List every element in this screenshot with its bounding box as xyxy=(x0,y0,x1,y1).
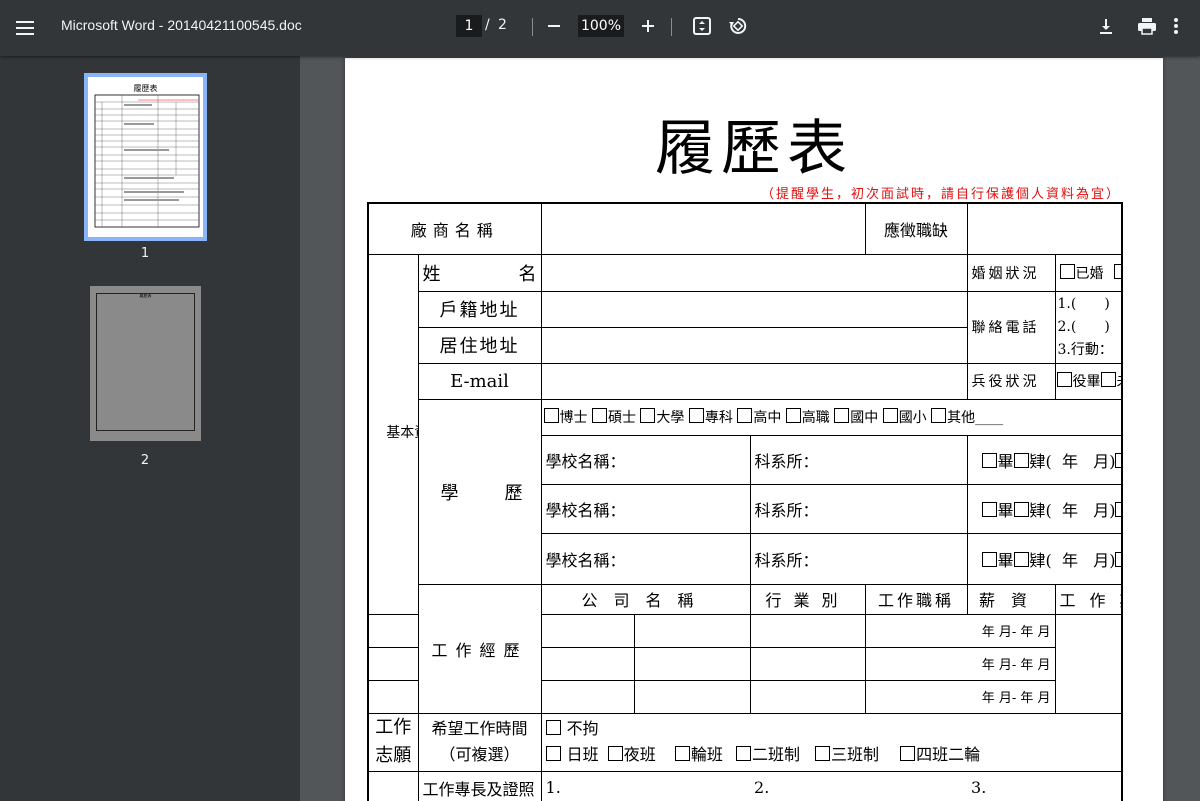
school-status-options[interactable]: 畢肄( 年 月)在學 xyxy=(966,483,1123,534)
registered-address-field[interactable] xyxy=(540,290,968,328)
hamburger-menu-icon[interactable] xyxy=(10,12,42,44)
skills-blank-cell xyxy=(367,770,419,801)
skills-label: 工作專長及證照 xyxy=(417,770,542,801)
work-header-period: 工作期間 xyxy=(1054,583,1123,615)
work-industry-cell[interactable] xyxy=(540,613,635,648)
registered-address-label: 戶籍地址 xyxy=(417,290,542,328)
department-label: 科系所： xyxy=(749,483,968,534)
degree-option: 高中 xyxy=(753,410,782,426)
school-status-options[interactable]: 畢肄( 年 月)在學 xyxy=(966,434,1123,485)
skill-field-3[interactable]: 3. xyxy=(967,770,1123,801)
residential-address-field[interactable] xyxy=(540,326,968,364)
work-salary-cell[interactable] xyxy=(749,679,866,714)
work-period-cell[interactable]: 年 月- 年 月 xyxy=(864,646,1056,681)
work-salary-cell[interactable] xyxy=(749,646,866,681)
work-title-cell[interactable] xyxy=(633,679,751,714)
more-vertical-icon[interactable] xyxy=(1162,12,1190,40)
zoom-out-button[interactable] xyxy=(540,12,568,40)
thumbnail-frame xyxy=(96,293,195,431)
position-field[interactable] xyxy=(966,202,1123,255)
work-header-salary: 薪資 xyxy=(966,583,1056,615)
skill-field-2[interactable]: 2. xyxy=(750,770,968,801)
resume-form-table: 廠商名稱 應徵職缺 基本資料 姓名 婚姻狀況 已婚 單身 xyxy=(367,202,1124,801)
zoom-level-input[interactable]: 100% xyxy=(578,15,624,37)
zoom-in-button[interactable] xyxy=(634,12,662,40)
department-label: 科系所： xyxy=(749,434,968,485)
pdf-toolbar: Microsoft Word - 20140421100545.doc 1 / … xyxy=(0,0,1200,56)
work-period-cell[interactable]: 年 月- 年 月 xyxy=(864,679,1056,714)
skill-field-1[interactable]: 1. xyxy=(540,770,751,801)
total-pages: 2 xyxy=(498,17,507,33)
military-done-checkbox[interactable] xyxy=(1056,372,1072,387)
degree-option: 大學 xyxy=(656,410,685,426)
work-header-industry: 行業別 xyxy=(749,583,866,615)
work-company-cell[interactable] xyxy=(367,679,487,714)
current-page-input[interactable]: 1 xyxy=(456,15,482,37)
school-name-label: 學校名稱： xyxy=(540,483,751,534)
work-title-cell[interactable] xyxy=(633,646,751,681)
contact-phone-label: 聯絡電話 xyxy=(966,290,1056,364)
email-field[interactable] xyxy=(540,362,968,400)
school-name-label: 學校名稱： xyxy=(540,532,751,585)
marital-status-options[interactable]: 已婚 單身 xyxy=(1054,253,1123,292)
work-header-title: 工作職稱 xyxy=(864,583,968,615)
degree-options[interactable]: 博士 碩士 大學 專科 高中 高職 國中 國小 其他____ xyxy=(540,398,1123,436)
work-shift-options[interactable]: 不拘 日班 夜班 輪班 二班制 三班制 四班二輪 xyxy=(540,712,1123,772)
military-not-checkbox[interactable] xyxy=(1100,372,1116,387)
work-industry-cell[interactable] xyxy=(540,646,635,681)
married-checkbox[interactable] xyxy=(1059,263,1075,279)
name-field[interactable] xyxy=(540,253,968,292)
page-thumbnail-2[interactable]: 履歷表 xyxy=(86,282,209,449)
download-icon[interactable] xyxy=(1092,12,1120,40)
toolbar-divider xyxy=(671,18,672,36)
resume-title: 履歷表 xyxy=(655,114,853,184)
degree-option: 碩士 xyxy=(607,410,636,426)
degree-option: 博士 xyxy=(559,410,588,426)
degree-option: 高職 xyxy=(801,410,830,426)
work-salary-cell[interactable] xyxy=(749,613,866,648)
fit-to-page-icon[interactable] xyxy=(688,12,716,40)
thumbnail-sidebar: 履歷表 1 履歷表 2 xyxy=(0,56,300,801)
work-industry-cell[interactable] xyxy=(540,679,635,714)
thumbnail-form-lines xyxy=(94,94,200,228)
thumbnail-label-1: 1 xyxy=(140,246,150,261)
name-label: 姓名 xyxy=(417,253,542,292)
company-name-label: 廠商名稱 xyxy=(367,202,542,255)
degree-option: 其他____ xyxy=(947,410,1004,426)
school-name-label: 學校名稱： xyxy=(540,434,751,485)
residential-address-label: 居住地址 xyxy=(417,326,542,364)
work-title-cell[interactable] xyxy=(633,613,751,648)
privacy-note: （提醒學生，初次面試時，請自行保護個人資料為宜） xyxy=(760,187,1121,202)
education-label: 學歷 xyxy=(417,398,542,585)
work-wish-label: 工作志願 xyxy=(367,712,419,772)
document-viewer[interactable]: 履歷表 （提醒學生，初次面試時，請自行保護個人資料為宜） 廠商名稱 應徵職缺 基… xyxy=(300,56,1200,801)
work-period-cell[interactable]: 年 月- 年 月 xyxy=(864,613,1056,648)
email-label: E-mail xyxy=(417,362,542,400)
degree-option: 國中 xyxy=(850,410,879,426)
department-label: 科系所： xyxy=(749,532,968,585)
rotate-icon[interactable] xyxy=(724,12,752,40)
thumbnail-label-2: 2 xyxy=(140,453,150,468)
marital-status-label: 婚姻狀況 xyxy=(966,253,1056,292)
position-label: 應徵職缺 xyxy=(864,202,968,255)
print-icon[interactable] xyxy=(1133,12,1161,40)
document-page: 履歷表 （提醒學生，初次面試時，請自行保護個人資料為宜） 廠商名稱 應徵職缺 基… xyxy=(345,58,1163,801)
work-hours-label: 希望工作時間 （可複選） xyxy=(417,712,542,772)
military-status-label: 兵役狀況 xyxy=(966,362,1056,400)
toolbar-divider xyxy=(532,18,533,36)
contact-phone-field[interactable]: 1.( ) 2.( ) 3.行動： xyxy=(1054,290,1123,364)
school-status-options[interactable]: 畢肄( 年 月)在學 xyxy=(966,532,1123,585)
company-name-field[interactable] xyxy=(540,202,866,255)
page-thumbnail-1[interactable]: 履歷表 xyxy=(84,73,207,241)
work-header-company: 公司名稱 xyxy=(540,583,751,615)
degree-option: 專科 xyxy=(704,410,733,426)
page-separator: / xyxy=(485,17,490,33)
basic-info-label: 基本資料 xyxy=(367,253,419,615)
document-title: Microsoft Word - 20140421100545.doc xyxy=(61,17,302,33)
military-status-options[interactable]: 役畢未役免役 xyxy=(1054,362,1123,400)
single-checkbox[interactable] xyxy=(1113,263,1122,279)
degree-option: 國小 xyxy=(898,410,927,426)
